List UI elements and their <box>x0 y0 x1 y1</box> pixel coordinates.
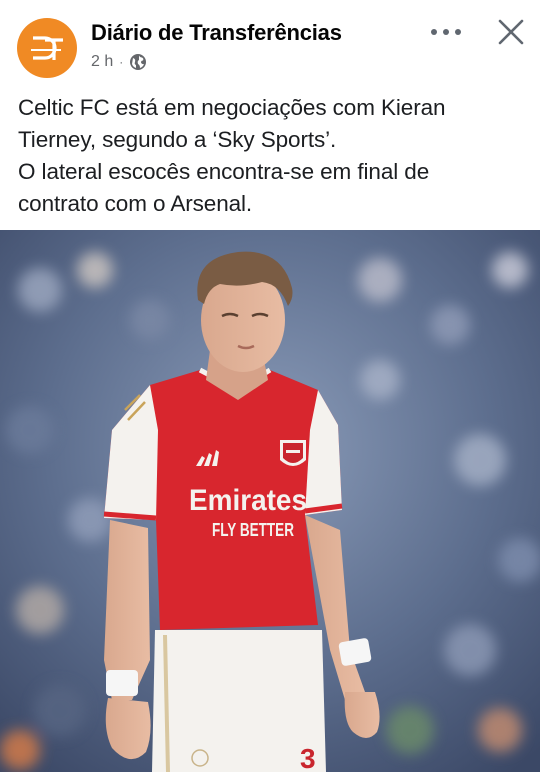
player-photo: 3 Emirates FLY BETTER <box>0 230 540 772</box>
sponsor-sub: FLY BETTER <box>212 520 294 540</box>
sponsor-main: Emirates <box>189 484 307 517</box>
post-text-line: Tierney, segundo a ‘Sky Sports’. <box>18 127 337 152</box>
dt-logo-icon <box>31 36 63 60</box>
globe-icon <box>130 54 147 70</box>
post-photo[interactable]: 3 Emirates FLY BETTER <box>0 230 540 772</box>
post-meta: 2 h · <box>91 53 147 71</box>
close-icon <box>498 19 524 45</box>
post-header: Diário de Transferências 2 h · <box>0 0 540 92</box>
close-button[interactable] <box>491 12 531 52</box>
more-horizontal-icon <box>431 29 461 35</box>
post-text-line: Celtic FC está em negociações com Kieran <box>18 95 446 120</box>
more-options-button[interactable] <box>424 18 468 46</box>
arsenal-crest <box>280 440 306 466</box>
shirt-number: 3 <box>300 743 316 772</box>
post-text-line: contrato com o Arsenal. <box>18 191 253 216</box>
page-avatar[interactable] <box>17 18 77 78</box>
wristband-right <box>338 638 372 666</box>
post-text: Celtic FC está em negociações com Kieran… <box>18 92 528 220</box>
page-name[interactable]: Diário de Transferências <box>91 20 342 46</box>
post-text-line: O lateral escocês encontra-se em final d… <box>18 159 430 184</box>
post-time[interactable]: 2 h <box>91 53 113 71</box>
meta-separator: · <box>119 55 124 69</box>
wristband-left <box>106 670 138 696</box>
